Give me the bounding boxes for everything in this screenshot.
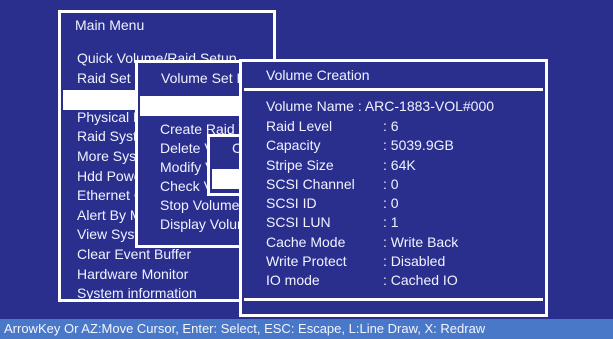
field-value: : 0	[383, 175, 399, 192]
raid-set-popup-highlight[interactable]	[212, 169, 242, 189]
field-value: : Write Back	[383, 233, 459, 250]
volume-creation-window: Volume Creation Volume Name : ARC-1883-V…	[239, 59, 548, 317]
volume-fields-list: Raid Level : 6 Capacity : 5039.9GB Strip…	[266, 117, 458, 291]
field-value: : 6	[383, 118, 399, 134]
field-label: Raid Level	[266, 118, 333, 134]
field-value: : 1	[383, 214, 399, 231]
field-io-mode[interactable]: IO mode : Cached IO	[266, 271, 458, 290]
volume-creation-title: Volume Creation	[266, 67, 370, 83]
field-label: Cache Mode	[266, 233, 346, 250]
field-cache-mode[interactable]: Cache Mode : Write Back	[266, 233, 458, 252]
field-write-protect[interactable]: Write Protect : Disabled	[266, 252, 458, 271]
field-scsi-id[interactable]: SCSI ID : 0	[266, 194, 458, 213]
field-label: IO mode	[266, 272, 320, 289]
field-value: : 64K	[383, 156, 416, 173]
field-scsi-channel[interactable]: SCSI Channel : 0	[266, 175, 458, 194]
field-value: : 0	[383, 195, 399, 212]
volume-name-label: Volume Name :	[266, 98, 365, 114]
volume-set-highlight	[140, 96, 250, 116]
field-value: : Disabled	[383, 253, 446, 270]
menu-item-hardware-monitor[interactable]: Hardware Monitor	[77, 265, 237, 285]
field-raid-level[interactable]: Raid Level : 6	[266, 117, 458, 136]
field-stripe-size[interactable]: Stripe Size : 64K	[266, 156, 458, 175]
main-menu-title: Main Menu	[75, 17, 145, 33]
menu-item-system-information[interactable]: System information	[77, 284, 237, 299]
field-label: Stripe Size	[266, 156, 334, 173]
field-label: Capacity	[266, 137, 321, 154]
bottom-separator	[244, 298, 543, 301]
field-value: : 5039.9GB	[383, 137, 454, 154]
field-label: SCSI LUN	[266, 214, 331, 231]
field-label: SCSI Channel	[266, 175, 355, 192]
volume-name-value: ARC-1883-VOL#000	[364, 98, 495, 114]
field-capacity[interactable]: Capacity : 5039.9GB	[266, 136, 458, 155]
volume-name-row[interactable]: Volume Name : ARC-1883-VOL#000	[266, 98, 494, 114]
title-separator	[244, 88, 543, 91]
status-bar: ArrowKey Or AZ:Move Cursor, Enter: Selec…	[0, 319, 613, 339]
field-label: SCSI ID	[266, 195, 317, 212]
field-scsi-lun[interactable]: SCSI LUN : 1	[266, 213, 458, 232]
field-value: : Cached IO	[383, 272, 458, 289]
field-label: Write Protect	[266, 253, 347, 270]
